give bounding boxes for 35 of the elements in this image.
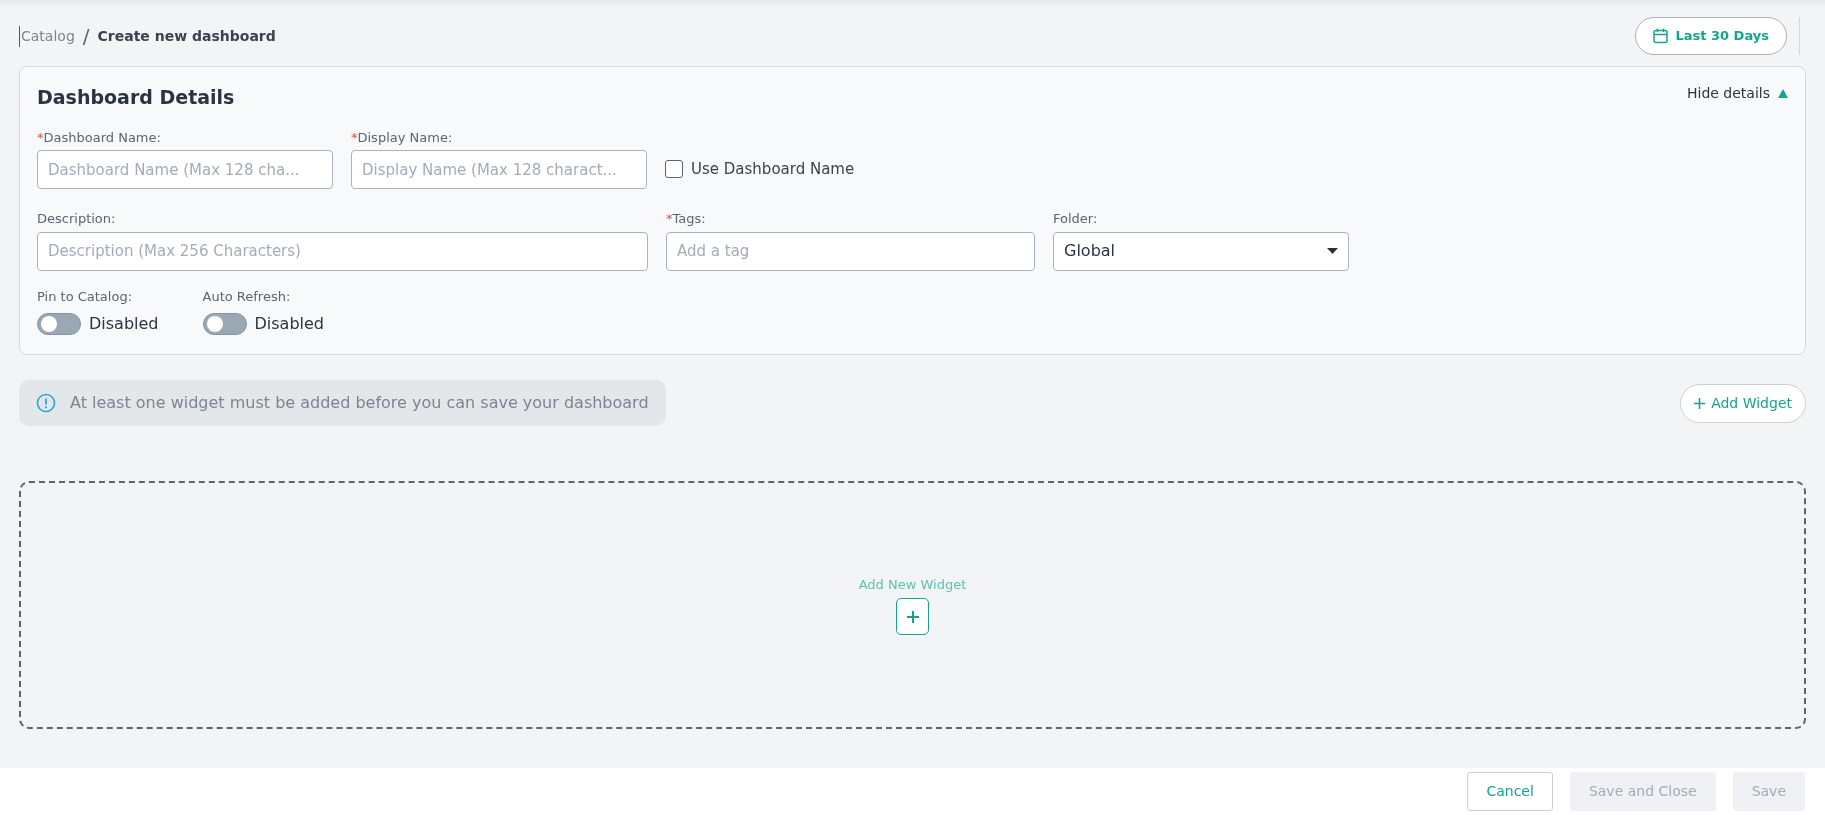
breadcrumb-separator: / bbox=[82, 23, 90, 50]
field-label: *Display Name: bbox=[351, 128, 454, 147]
switch-state: Disabled bbox=[89, 313, 159, 335]
field-label: Description: bbox=[37, 210, 117, 228]
field-label: *Dashboard Name: bbox=[37, 128, 162, 147]
input-field[interactable]: Dashboard Name (Max 128 cha... bbox=[37, 150, 333, 189]
toggle-switch[interactable] bbox=[37, 313, 81, 335]
switch-label: Auto Refresh: bbox=[202, 287, 292, 306]
caret-icon bbox=[1327, 248, 1338, 254]
checkbox-label: Use Dashboard Name bbox=[691, 159, 855, 180]
input-field[interactable]: Display Name (Max 128 charact... bbox=[351, 150, 647, 189]
calendar-icon bbox=[1653, 28, 1669, 44]
breadcrumb-link[interactable]: Catalog bbox=[19, 25, 75, 47]
input-field[interactable]: Description (Max 256 Characters) bbox=[37, 231, 648, 271]
field-label: *Tags: bbox=[666, 210, 707, 228]
input-field[interactable]: Add a tag bbox=[666, 231, 1035, 271]
plus-icon bbox=[1694, 398, 1706, 409]
breadcrumb-current: Create new dashboard bbox=[97, 26, 276, 46]
footer-button[interactable]: Cancel bbox=[1467, 772, 1553, 811]
triangle-icon bbox=[1778, 89, 1788, 98]
hide-details-button[interactable]: Hide details bbox=[1687, 83, 1788, 104]
add-new-widget-label: Add New Widget bbox=[858, 575, 967, 594]
switch-label: Pin to Catalog: bbox=[37, 287, 134, 306]
notice-text: At least one widget must be added before you can save your dashboard bbox=[70, 392, 649, 414]
add-widget-plus-button[interactable] bbox=[896, 598, 929, 636]
switch-state: Disabled bbox=[254, 313, 325, 335]
panel-title: Dashboard Details bbox=[37, 85, 235, 110]
checkbox[interactable] bbox=[665, 160, 683, 179]
date-range-button[interactable]: Last 30 Days bbox=[1635, 17, 1787, 55]
plus-icon bbox=[905, 609, 920, 624]
add-widget-button[interactable]: Add Widget bbox=[1680, 383, 1806, 423]
info-icon bbox=[36, 393, 56, 413]
field-label: Folder: bbox=[1053, 210, 1099, 228]
dropdown[interactable]: Global bbox=[1053, 231, 1349, 271]
toggle-switch[interactable] bbox=[202, 313, 247, 335]
